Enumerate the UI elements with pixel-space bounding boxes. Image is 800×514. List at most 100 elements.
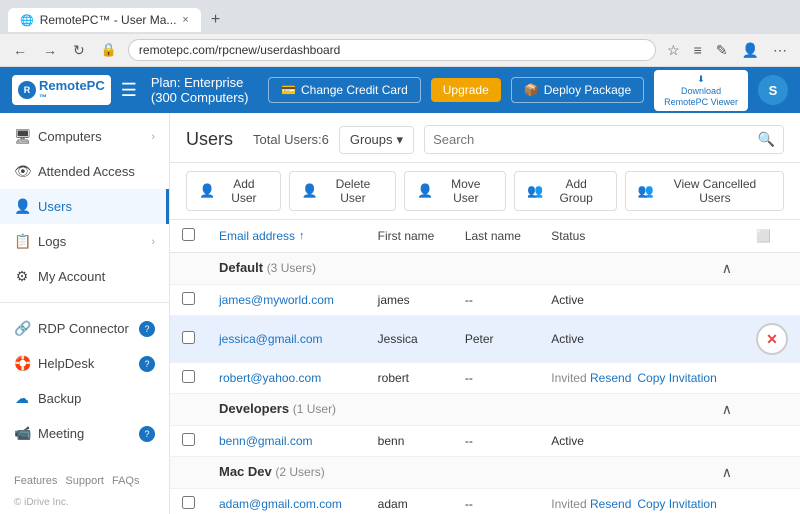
delete-btn[interactable]: ✕ (756, 323, 788, 355)
search-input[interactable] (433, 132, 752, 147)
sidebar-item-backup[interactable]: ☁ Backup (0, 381, 169, 416)
sidebar-item-meeting[interactable]: 📹 Meeting ? (0, 416, 169, 451)
users-table: Email address ↑ First name Last name Sta… (170, 220, 800, 514)
hamburger-btn[interactable]: ☰ (117, 76, 141, 105)
upgrade-btn[interactable]: Upgrade (431, 78, 501, 102)
group-header-row: Default (3 Users) ∧ (170, 253, 800, 285)
sidebar-item-attended[interactable]: 👁 Attended Access (0, 154, 169, 189)
group-name-cell: Mac Dev (2 Users) ∧ (207, 457, 744, 489)
delete-user-btn[interactable]: 👤 Delete User (289, 171, 396, 211)
logo-icon: R (18, 81, 36, 99)
group-action-cell (744, 253, 800, 285)
table-row: james@myworld.com james -- Active (170, 285, 800, 316)
email-link[interactable]: james@myworld.com (219, 293, 334, 307)
tab-close-btn[interactable]: × (182, 14, 188, 26)
lastname-cell: -- (453, 363, 539, 394)
download-btn[interactable]: ⬇ Download RemotePC Viewer (654, 70, 748, 111)
active-tab[interactable]: 🌐 RemotePC™ - User Ma... × (8, 8, 201, 32)
address-bar: ← → ↻ 🔒 ☆ ≡ ✎ 👤 ⋯ (0, 34, 800, 66)
action-cell (744, 489, 800, 514)
download-icon: ⬇ (697, 74, 705, 85)
resend-link[interactable]: Resend (590, 497, 631, 511)
th-email: Email address ↑ (207, 220, 366, 253)
email-link[interactable]: jessica@gmail.com (219, 332, 323, 346)
computers-arrow-icon: › (151, 131, 155, 143)
logs-icon: 📋 (14, 233, 30, 250)
bookmark-btn[interactable]: ☆ (662, 40, 685, 61)
back-btn[interactable]: ← (8, 40, 32, 60)
collapse-group-btn[interactable]: ∧ (722, 260, 732, 277)
add-group-btn[interactable]: 👥 Add Group (514, 171, 616, 211)
page-title: Users (186, 129, 233, 150)
email-link[interactable]: benn@gmail.com (219, 434, 313, 448)
row-checkbox[interactable] (182, 331, 195, 344)
logo-subtext: ™ (39, 93, 105, 102)
users-table-container: Email address ↑ First name Last name Sta… (170, 220, 800, 514)
copy-invitation-link[interactable]: Copy Invitation (637, 497, 716, 511)
th-actions: ⬜ (744, 220, 800, 253)
move-user-btn[interactable]: 👤 Move User (404, 171, 506, 211)
move-user-icon: 👤 (417, 183, 433, 199)
logo-box[interactable]: R RemotePC ™ (12, 75, 111, 105)
support-link[interactable]: Support (65, 475, 104, 487)
attended-icon: 👁 (14, 163, 30, 180)
tab-title: RemotePC™ - User Ma... (40, 13, 177, 27)
sidebar-item-logs[interactable]: 📋 Logs › (0, 224, 169, 259)
search-icon: 🔍 (758, 131, 775, 148)
email-cell: adam@gmail.com.com (207, 489, 366, 514)
address-input[interactable] (128, 39, 656, 61)
sidebar-item-computers[interactable]: 🖥 Computers › (0, 119, 169, 154)
sidebar-item-users[interactable]: 👤 Users (0, 189, 169, 224)
logs-arrow-icon: › (151, 236, 155, 248)
move-user-label: Move User (438, 177, 493, 205)
email-link[interactable]: robert@yahoo.com (219, 371, 321, 385)
meeting-label: Meeting (38, 426, 84, 441)
users-icon: 👤 (14, 198, 30, 215)
sidebar-item-helpdesk[interactable]: 🛟 HelpDesk ? (0, 346, 169, 381)
collapse-group-btn[interactable]: ∧ (722, 401, 732, 418)
collapse-group-btn[interactable]: ∧ (722, 464, 732, 481)
firstname-cell: adam (366, 489, 453, 514)
action-cell (744, 363, 800, 394)
copy-invitation-link[interactable]: Copy Invitation (637, 371, 716, 385)
settings-btn[interactable]: ✎ (711, 40, 733, 61)
row-checkbox[interactable] (182, 370, 195, 383)
add-group-icon: 👥 (527, 183, 543, 199)
view-cancelled-btn[interactable]: 👥 View Cancelled Users (625, 171, 784, 211)
meeting-icon: 📹 (14, 425, 30, 442)
content-header: Users Total Users:6 Groups ▾ 🔍 (170, 113, 800, 163)
menu-btn[interactable]: ≡ (689, 40, 707, 60)
lastname-cell: Peter (453, 316, 539, 363)
group-name-cell: Default (3 Users) ∧ (207, 253, 744, 285)
groups-chevron-icon: ▾ (397, 132, 404, 148)
total-users-label: Total Users:6 (253, 132, 329, 147)
features-link[interactable]: Features (14, 475, 57, 487)
sidebar-item-account[interactable]: ⚙ My Account (0, 259, 169, 294)
status-active: Active (551, 293, 584, 307)
change-credit-btn[interactable]: 💳 Change Credit Card (268, 77, 421, 103)
rdp-help-badge: ? (139, 321, 155, 337)
groups-dropdown-btn[interactable]: Groups ▾ (339, 126, 414, 154)
row-checkbox[interactable] (182, 292, 195, 305)
more-btn[interactable]: ⋯ (768, 40, 792, 61)
sort-icon[interactable]: ↑ (299, 230, 305, 242)
email-cell: robert@yahoo.com (207, 363, 366, 394)
sidebar-item-rdp[interactable]: 🔗 RDP Connector ? (0, 311, 169, 346)
deploy-btn[interactable]: 📦 Deploy Package (511, 77, 644, 103)
faqs-link[interactable]: FAQs (112, 475, 140, 487)
select-all-checkbox[interactable] (182, 228, 195, 241)
add-user-btn[interactable]: 👤 Add User (186, 171, 281, 211)
resend-link[interactable]: Resend (590, 371, 631, 385)
row-checkbox[interactable] (182, 496, 195, 509)
user-avatar[interactable]: S (758, 75, 788, 105)
new-tab-btn[interactable]: + (203, 6, 228, 34)
profile-btn[interactable]: 👤 (737, 40, 764, 61)
refresh-btn[interactable]: ↻ (68, 40, 90, 61)
table-row: jessica@gmail.com Jessica Peter Active ✕ (170, 316, 800, 363)
email-link[interactable]: adam@gmail.com.com (219, 497, 342, 511)
groups-label: Groups (350, 132, 393, 147)
forward-btn[interactable]: → (38, 40, 62, 60)
row-checkbox[interactable] (182, 433, 195, 446)
email-cell: james@myworld.com (207, 285, 366, 316)
plan-label: Plan: Enterprise (300 Computers) (151, 75, 258, 105)
